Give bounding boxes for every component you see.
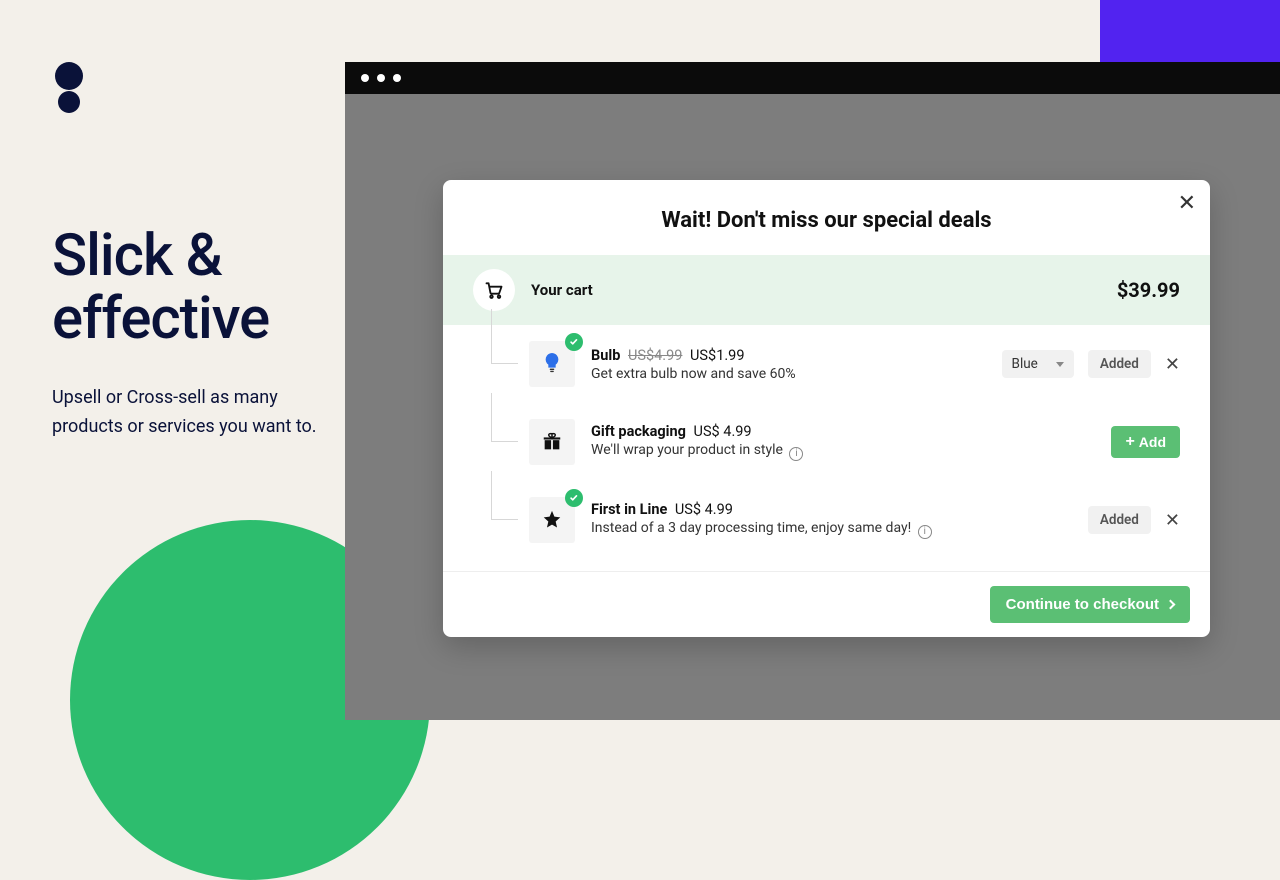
hero-headline: Slick & effective bbox=[52, 225, 332, 350]
status-badge: Added bbox=[1088, 506, 1151, 534]
item-description: We'll wrap your product in style i bbox=[591, 442, 1111, 461]
info-icon[interactable]: i bbox=[789, 447, 803, 461]
modal-title: Wait! Don't miss our special deals bbox=[443, 180, 1210, 255]
add-button[interactable]: + Add bbox=[1111, 426, 1180, 458]
cart-summary: Your cart $39.99 bbox=[443, 255, 1210, 325]
checkmark-icon bbox=[565, 333, 583, 351]
item-title: Gift packaging US$ 4.99 bbox=[591, 423, 1111, 440]
cart-icon bbox=[473, 269, 515, 311]
info-icon[interactable]: i bbox=[918, 525, 932, 539]
item-description: Get extra bulb now and save 60% bbox=[591, 366, 1002, 382]
cart-label: Your cart bbox=[531, 281, 593, 299]
upsell-modal: ✕ Wait! Don't miss our special deals You… bbox=[443, 180, 1210, 637]
upsell-items: Bulb US$4.99 US$1.99 Get extra bulb now … bbox=[443, 325, 1210, 571]
list-item: Bulb US$4.99 US$1.99 Get extra bulb now … bbox=[473, 325, 1180, 403]
item-title: First in Line US$ 4.99 bbox=[591, 501, 1088, 518]
star-icon bbox=[529, 497, 575, 543]
remove-button[interactable]: ✕ bbox=[1165, 355, 1180, 373]
logo bbox=[55, 62, 83, 113]
remove-button[interactable]: ✕ bbox=[1165, 511, 1180, 529]
item-title: Bulb US$4.99 US$1.99 bbox=[591, 347, 1002, 364]
hero-subtext: Upsell or Cross-sell as many products or… bbox=[52, 384, 332, 442]
list-item: Gift packaging US$ 4.99 We'll wrap your … bbox=[473, 403, 1180, 481]
gift-icon bbox=[529, 419, 575, 465]
continue-to-checkout-button[interactable]: Continue to checkout bbox=[990, 586, 1190, 623]
bulb-icon bbox=[529, 341, 575, 387]
chevron-right-icon bbox=[1166, 600, 1176, 610]
cart-total: $39.99 bbox=[1117, 278, 1180, 302]
list-item: First in Line US$ 4.99 Instead of a 3 da… bbox=[473, 481, 1180, 559]
chevron-down-icon bbox=[1056, 362, 1064, 367]
checkmark-icon bbox=[565, 489, 583, 507]
close-icon[interactable]: ✕ bbox=[1178, 192, 1196, 214]
status-badge: Added bbox=[1088, 350, 1151, 378]
browser-titlebar bbox=[345, 62, 1280, 94]
variant-select[interactable]: Blue bbox=[1002, 350, 1074, 378]
item-description: Instead of a 3 day processing time, enjo… bbox=[591, 520, 1088, 539]
